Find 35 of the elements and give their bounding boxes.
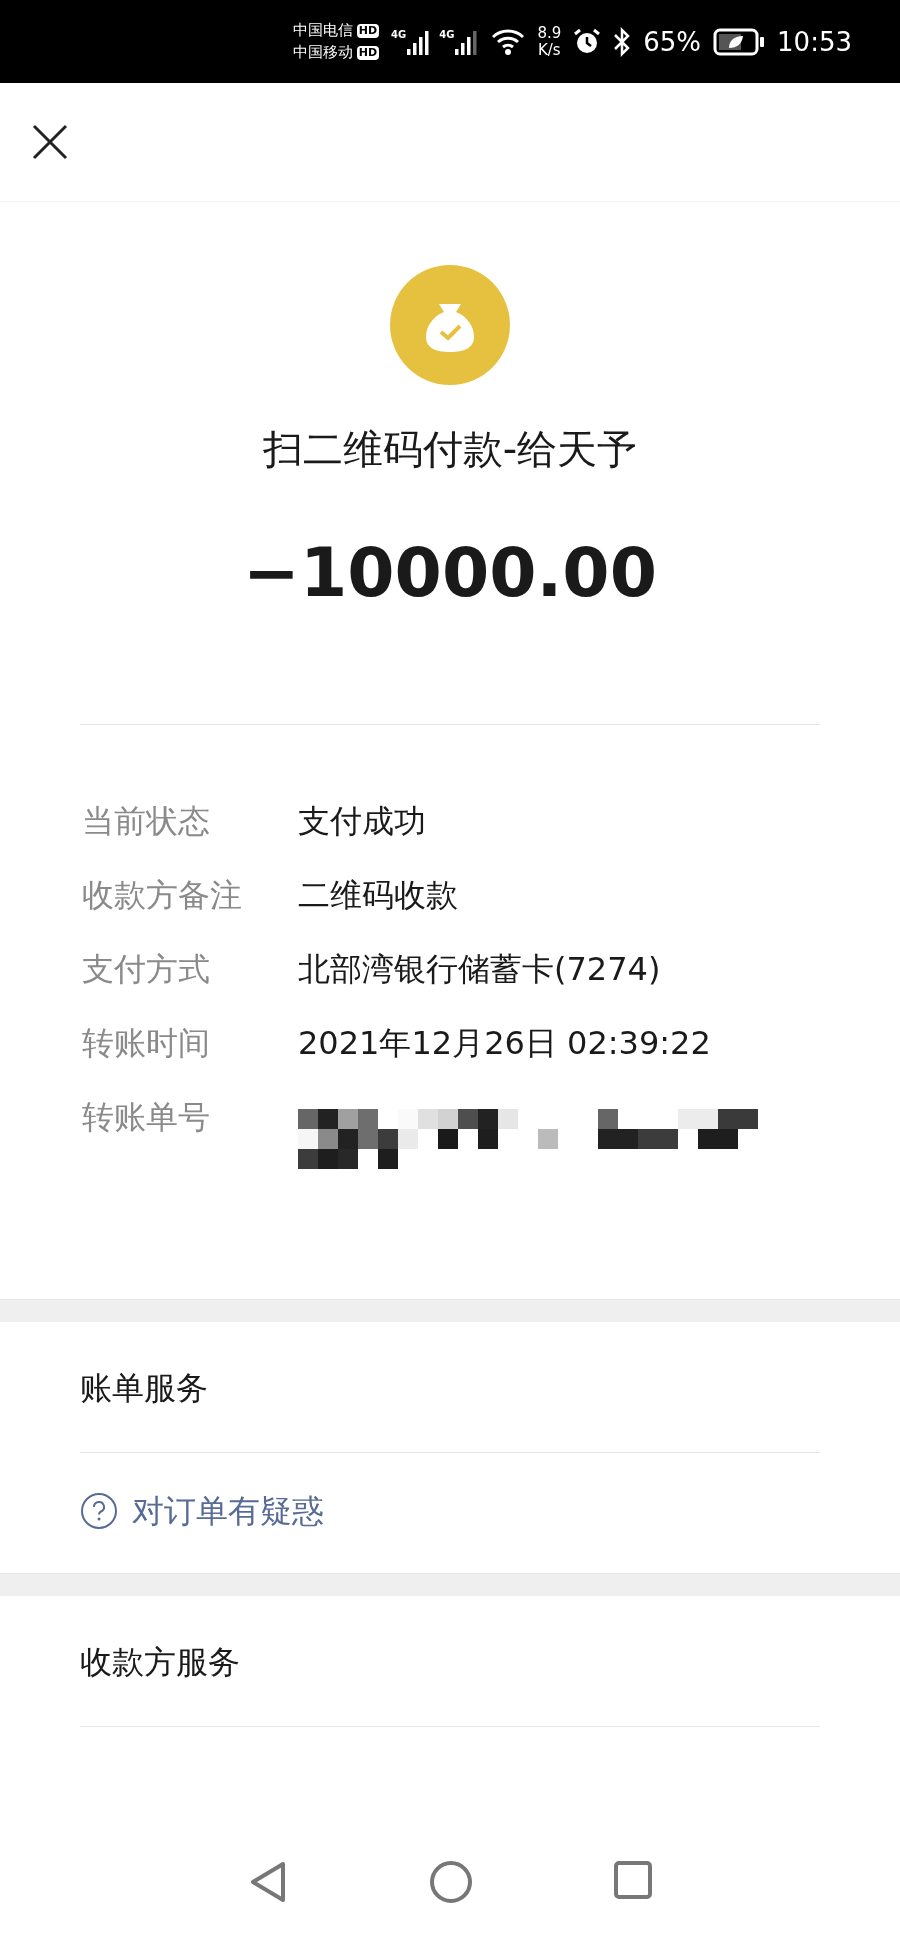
recents-icon[interactable] [613,1860,653,1900]
carrier-name: 中国移动 [292,43,353,62]
home-icon[interactable] [429,1860,473,1904]
help-link[interactable]: 对订单有疑惑 [80,1453,820,1573]
clock-time: 10:53 [777,26,852,57]
detail-value: 二维码收款 [298,875,458,916]
close-icon[interactable] [31,123,69,161]
detail-value: 北部湾银行储蓄卡(7274) [298,949,661,990]
detail-label: 支付方式 [82,949,211,990]
detail-label: 转账单号 [82,1097,211,1138]
signal-icon [455,28,480,55]
question-icon [80,1492,118,1530]
detail-label: 收款方备注 [82,875,243,916]
battery-icon [713,27,766,56]
detail-value: 2021年12月26日 02:39:22 [298,1023,711,1064]
network-type: 4G [391,28,407,40]
battery-percent: 65% [643,26,702,57]
hd-badge: HD [356,45,380,60]
detail-value: 支付成功 [298,801,426,842]
speed-unit: K/s [537,41,561,59]
bluetooth-icon [613,26,632,57]
signal-icon [407,28,432,55]
section-title: 账单服务 [80,1368,209,1409]
carrier-name: 中国电信 [292,21,353,40]
payment-amount: −10000.00 [243,533,657,612]
hd-badge: HD [356,23,380,38]
payment-title: 扫二维码付款-给天予 [262,425,638,474]
network-speed: 8.9 [537,24,562,42]
wifi-icon [491,27,526,56]
detail-label: 当前状态 [82,801,211,842]
money-bag-icon [389,264,511,386]
network-type: 4G [439,28,455,40]
alarm-icon [573,27,602,56]
section-title: 收款方服务 [80,1642,241,1683]
detail-label: 转账时间 [82,1023,211,1064]
